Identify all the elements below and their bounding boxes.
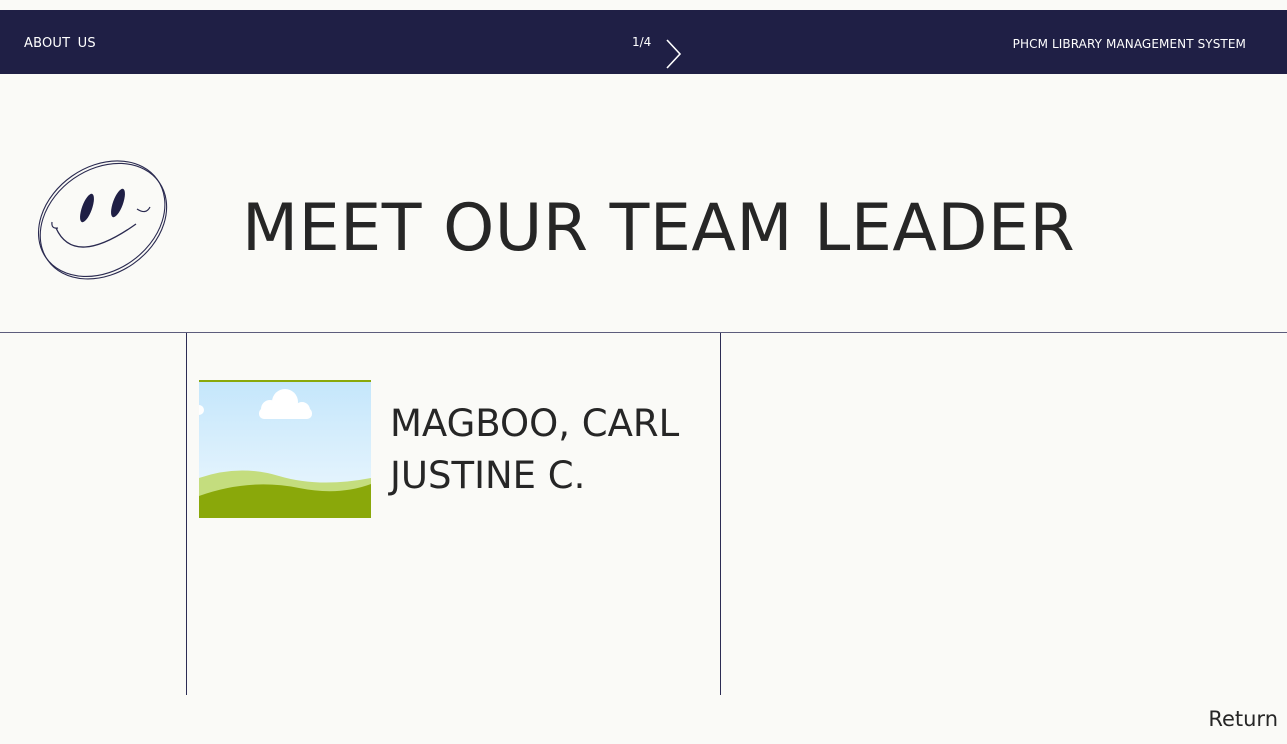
page-title: MEET OUR TEAM LEADER xyxy=(242,191,1076,266)
leader-name: MAGBOO, CARL JUSTINE C. xyxy=(390,402,680,497)
system-name: PHCM LIBRARY MANAGEMENT SYSTEM xyxy=(1012,37,1246,51)
section-divider xyxy=(0,332,1287,333)
column-divider-right xyxy=(720,333,721,695)
page-indicator: 1/4 xyxy=(632,35,652,49)
smiley-face-icon xyxy=(34,158,178,290)
chevron-right-icon[interactable] xyxy=(662,38,686,72)
landscape-placeholder-icon xyxy=(194,380,371,518)
column-divider-left xyxy=(186,333,187,695)
return-link[interactable]: Return xyxy=(1208,704,1278,734)
top-nav-bar: ABOUT US 1/4 PHCM LIBRARY MANAGEMENT SYS… xyxy=(0,10,1287,74)
section-label: ABOUT US xyxy=(24,36,96,51)
